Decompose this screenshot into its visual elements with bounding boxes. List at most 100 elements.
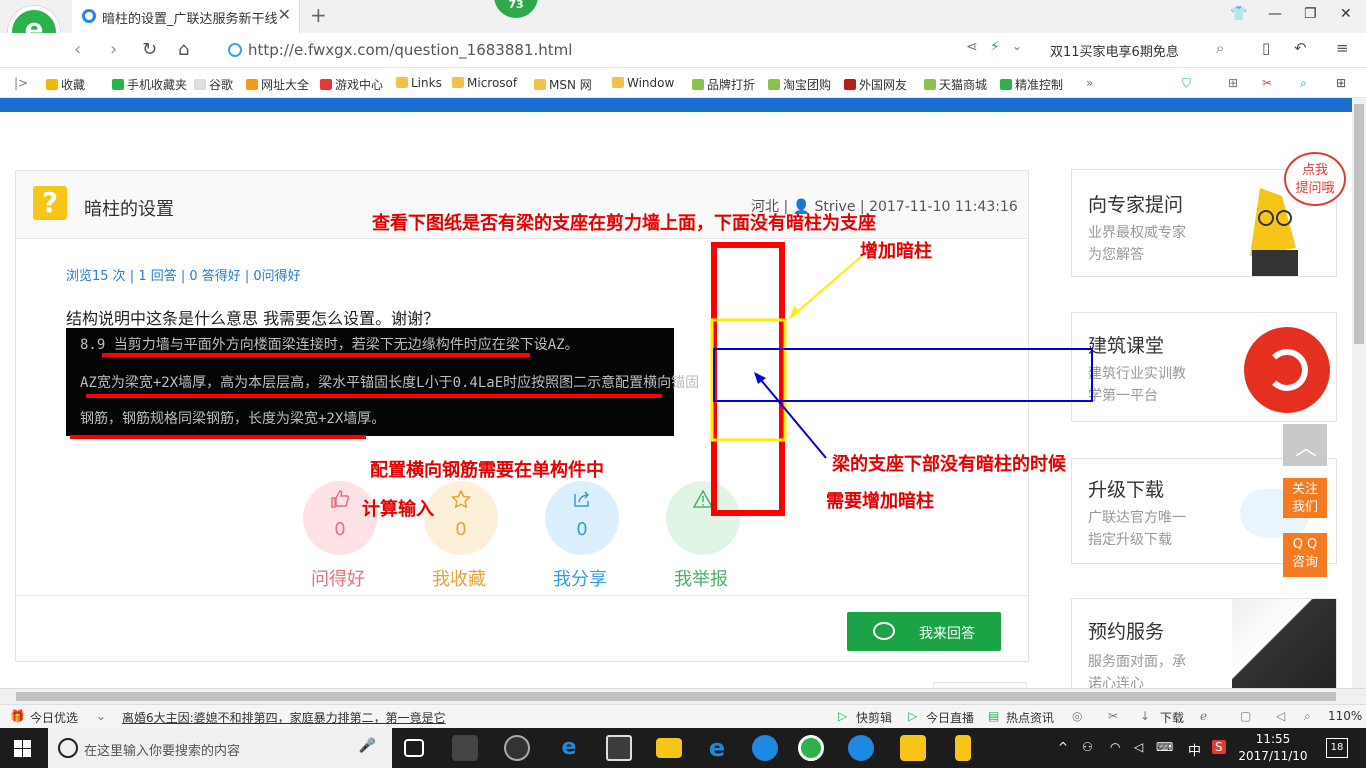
bookmark-item[interactable]: 淘宝团购 [768,76,831,93]
bookmark-item[interactable]: MSN 网 [534,76,592,93]
promo-link[interactable]: 双11买家电享6期免息 [1050,41,1179,60]
pin-icon[interactable]: ⊞ [1228,76,1238,90]
bookmark-item[interactable]: 游戏中心 [320,76,383,93]
more-bookmarks-icon[interactable]: » [1086,76,1093,90]
security-icon [228,43,242,57]
file-explorer-icon[interactable] [656,738,682,758]
help-doc-icon[interactable] [955,735,971,761]
microphone-icon[interactable]: 🎤 [359,738,376,754]
start-button[interactable] [14,740,31,757]
zoom-icon[interactable]: ⌕ [1304,709,1311,724]
zoom-level[interactable]: 110% [1328,709,1362,723]
status-item[interactable]: 热点资讯 [1006,709,1054,726]
system-clock[interactable]: 11:55 2017/11/10 [1236,731,1310,765]
favorite-button[interactable]: 0 [424,481,498,555]
favorite-label[interactable]: 我收藏 [419,565,499,591]
bookmark-item[interactable]: 天猫商城 [924,76,987,93]
taskbar-search-input[interactable]: 在这里输入你要搜索的内容 🎤 [48,728,392,768]
shirt-icon[interactable]: 👕 [1230,6,1247,22]
tools-icon[interactable]: ✂ [1108,709,1118,723]
mobile-icon[interactable]: ▯ [1262,39,1270,57]
keyboard-icon[interactable]: ⌨ [1156,740,1173,754]
volume-icon[interactable]: ◁ [1134,740,1143,754]
glodon-icon[interactable] [752,735,778,761]
notification-badge[interactable]: 73 [494,0,538,18]
notepad-app-icon[interactable] [900,735,926,761]
close-tab-icon[interactable]: ✕ [278,5,291,24]
browser-tab[interactable]: 暗柱的设置_广联达服务新干线 ✕ [72,0,300,33]
sidebar-toggle-icon[interactable]: |> [14,76,28,90]
follow-us-button[interactable]: 关注 我们 [1283,478,1327,518]
share-label[interactable]: 我分享 [540,565,620,591]
status-item[interactable]: 今日直播 [926,709,974,726]
browser-360-icon[interactable] [504,735,530,761]
bookmark-item[interactable]: 收藏 [46,76,85,93]
horizontal-scrollbar[interactable] [0,688,1366,704]
lightning-icon[interactable]: ⚡ [990,39,1000,55]
bookmark-item[interactable]: 品牌打折 [692,76,755,93]
back-icon[interactable]: ‹ [74,39,81,60]
maximize-button[interactable]: ❐ [1304,6,1317,22]
search-icon[interactable]: ⌕ [1216,39,1224,57]
sogou-icon[interactable]: S [1212,740,1226,754]
qq-consult-button[interactable]: Q Q 咨询 [1283,533,1327,577]
home-icon[interactable]: ⌂ [178,39,189,60]
bookmark-item[interactable]: Microsof [452,76,517,90]
ime-indicator[interactable]: 中 [1188,740,1201,759]
shield-icon[interactable]: ⛉ [1182,76,1191,91]
status-item[interactable]: 快剪辑 [856,709,892,726]
report-button[interactable] [666,481,740,555]
cross-app-icon[interactable] [848,735,874,761]
volume-icon[interactable]: ◁ [1276,709,1285,723]
share-button[interactable]: 0 [545,481,619,555]
ask-bubble[interactable]: 点我 提问哦 [1284,152,1346,206]
store-icon[interactable] [606,735,632,761]
ie-icon[interactable]: ℯ [1200,709,1207,723]
bookmark-item[interactable]: 网址大全 [246,76,309,93]
answer-button[interactable]: 我来回答 [847,612,1001,651]
booking-card[interactable]: 预约服务 服务面对面，承 诺心连心 [1071,598,1337,688]
url-input[interactable]: http://e.fwxgx.com/question_1683881.html [222,38,1030,63]
active-browser-icon[interactable] [798,735,824,761]
back-to-top-button[interactable]: ︿ [1283,424,1327,466]
course-card[interactable]: 建筑课堂 建筑行业实训教 学第一平台 [1071,312,1337,422]
notification-center-icon[interactable]: 18 [1326,738,1348,758]
bookmark-item[interactable]: Window [612,76,674,90]
report-label[interactable]: 我举报 [661,565,741,591]
attached-image[interactable]: 8.9 当剪力墙与平面外方向楼面梁连接时，若梁下无边缘构件时应在梁下设AZ。 A… [66,328,699,439]
like-label[interactable]: 问得好 [298,565,378,591]
forward-icon[interactable]: › [110,39,117,60]
window-icon[interactable]: ▢ [1240,709,1251,723]
close-window-button[interactable]: ✕ [1340,6,1352,22]
chevron-up-icon[interactable]: ^ [1058,740,1068,754]
grid-icon[interactable]: ⊞ [1336,76,1346,90]
search-tool-icon[interactable]: ⌕ [1300,76,1307,91]
today-picks[interactable]: 今日优选 [30,709,78,726]
share-count: 0 [576,519,588,540]
news-ticker[interactable]: 离婚6大主因:婆媳不和排第四，家庭暴力排第二，第一竟是它 [122,709,446,726]
undo-icon[interactable]: ↶ [1294,39,1307,57]
chevron-down-icon[interactable]: ⌄ [1012,39,1022,53]
edge-icon[interactable]: e [556,735,582,761]
share-icon[interactable]: ⋖ [966,39,978,55]
booking-desc: 服务面对面，承 [1088,654,1186,670]
chevron-down-icon[interactable]: ⌄ [96,709,106,723]
bookmark-item[interactable]: 精准控制 [1000,76,1063,93]
bookmark-item[interactable]: 手机收藏夹 [112,76,187,93]
bookmark-item[interactable]: 外国网友 [844,76,907,93]
people-icon[interactable]: ⚇ [1082,740,1093,754]
pinwheel-app-icon[interactable] [452,735,478,761]
speed-icon[interactable]: ◎ [1072,709,1082,723]
menu-icon[interactable]: ≡ [1336,39,1349,57]
task-view-icon[interactable] [404,739,424,757]
scissors-icon[interactable]: ✂ [1262,76,1272,90]
minimize-button[interactable]: — [1268,6,1282,22]
bookmark-item[interactable]: Links [396,76,442,90]
refresh-icon[interactable]: ↻ [142,39,157,60]
status-item[interactable]: 下载 [1160,709,1184,726]
wifi-icon[interactable]: ◠ [1110,740,1120,754]
bookmark-item[interactable]: 谷歌 [194,76,233,93]
new-tab-button[interactable]: + [310,3,327,27]
ie-icon[interactable]: e [704,735,730,761]
vertical-scrollbar[interactable] [1352,98,1366,688]
